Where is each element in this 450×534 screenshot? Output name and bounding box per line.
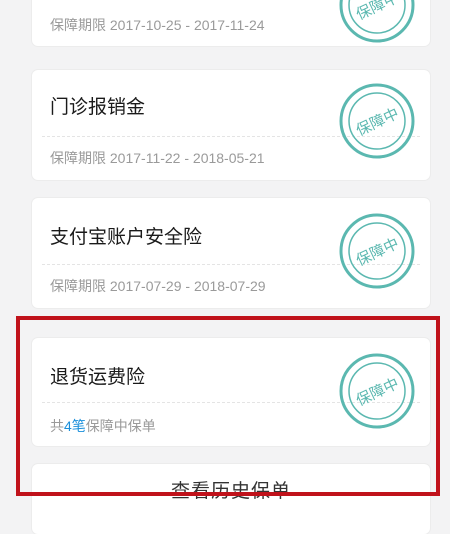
stamp-icon: 保障中 [338, 352, 416, 430]
policy-period: 保障期限 2017-11-22 - 2018-05-21 [50, 150, 265, 166]
policy-count: 共4笔保障中保单 [50, 416, 156, 436]
policy-card[interactable]: 支付宝账户安全险 保障期限 2017-07-29 - 2018-07-29 保障… [32, 198, 430, 308]
svg-text:保障中: 保障中 [353, 104, 401, 139]
policy-period: 保障期限 2017-10-25 - 2017-11-24 [50, 17, 265, 33]
view-history-label: 查看历史保单 [170, 481, 291, 502]
policy-title: 门诊报销金 [50, 97, 146, 118]
policy-title: 退货运费险 [50, 367, 146, 388]
policy-card[interactable]: 保障期限 2017-10-25 - 2017-11-24 保障中 [32, 0, 430, 46]
policy-card[interactable]: 退货运费险 共4笔保障中保单 保障中 [32, 338, 430, 446]
policy-card[interactable]: 门诊报销金 保障期限 2017-11-22 - 2018-05-21 保障中 [32, 70, 430, 180]
svg-text:保障中: 保障中 [353, 234, 401, 269]
view-history-button[interactable]: 查看历史保单 [32, 464, 430, 534]
policy-period: 保障期限 2017-07-29 - 2018-07-29 [50, 278, 266, 294]
stamp-icon: 保障中 [338, 0, 416, 44]
policy-title: 支付宝账户安全险 [50, 227, 203, 248]
stamp-icon: 保障中 [338, 82, 416, 160]
stamp-icon: 保障中 [338, 212, 416, 290]
svg-text:保障中: 保障中 [353, 374, 401, 409]
count-number: 4笔 [64, 418, 86, 434]
count-suffix: 保障中保单 [85, 418, 156, 434]
count-prefix: 共 [50, 418, 64, 434]
svg-text:保障中: 保障中 [353, 0, 401, 24]
